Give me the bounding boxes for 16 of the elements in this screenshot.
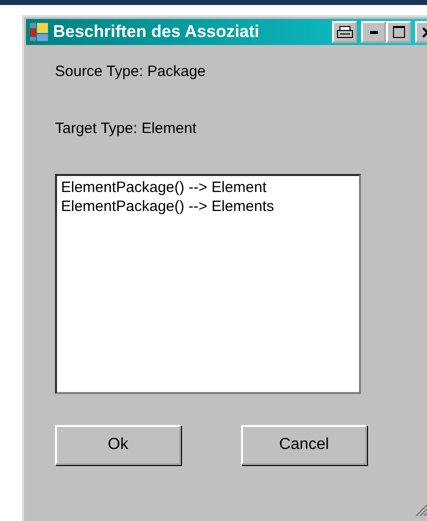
ok-button[interactable]: Ok	[55, 425, 181, 465]
association-list[interactable]: ElementPackage() --> Element ElementPackage() --> Elements	[55, 174, 361, 394]
list-item[interactable]: ElementPackage() --> Elements	[61, 197, 355, 216]
maximize-button[interactable]	[386, 21, 411, 43]
maximize-icon	[392, 26, 404, 38]
cancel-button[interactable]: Cancel	[241, 425, 367, 465]
printer-icon	[336, 26, 352, 38]
window-title: Beschriften des Assoziati	[53, 22, 260, 42]
minimize-icon	[370, 30, 378, 34]
source-type-label: Source Type: Package	[55, 63, 207, 82]
list-item[interactable]: ElementPackage() --> Element	[61, 178, 355, 197]
print-button[interactable]	[332, 21, 357, 43]
minimize-button[interactable]	[361, 21, 386, 43]
resize-grip-icon[interactable]	[414, 503, 427, 517]
target-type-label: Target Type: Element	[55, 120, 198, 139]
app-icon	[30, 23, 48, 41]
